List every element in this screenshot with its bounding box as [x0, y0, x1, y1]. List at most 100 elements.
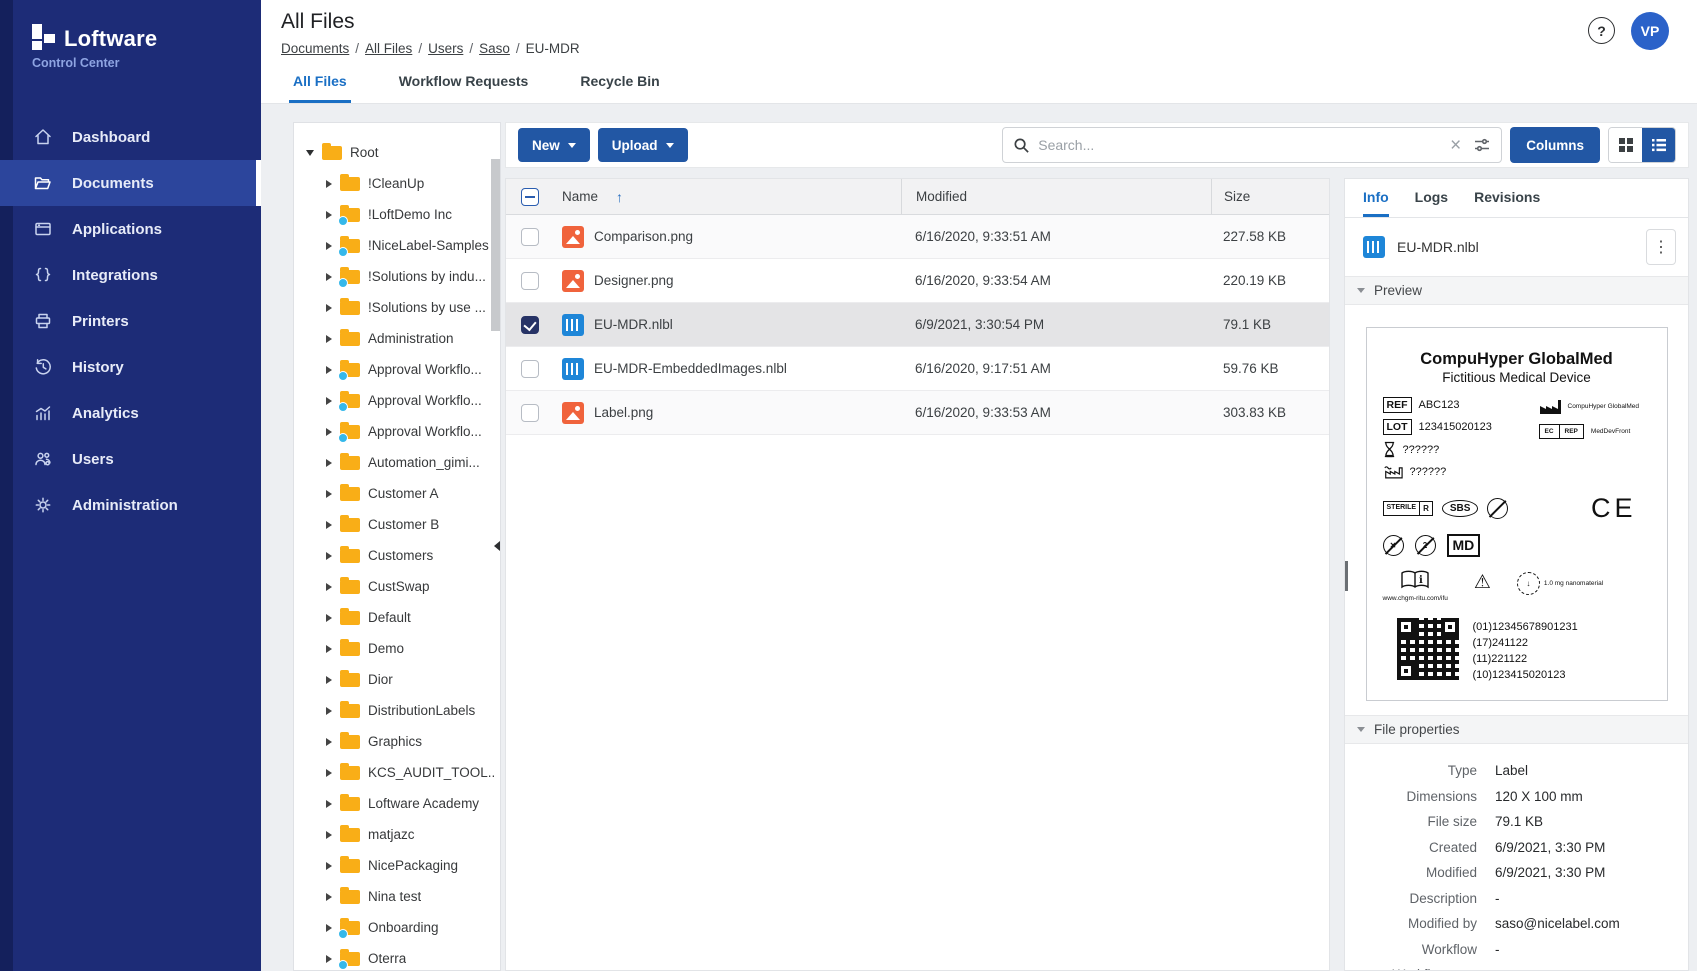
tab-recycle-bin[interactable]: Recycle Bin: [576, 65, 663, 103]
sidebar-item-history[interactable]: History: [0, 344, 261, 390]
help-icon[interactable]: ?: [1588, 17, 1615, 44]
column-header-size[interactable]: Size: [1211, 179, 1329, 214]
tree-item[interactable]: Customer B: [306, 509, 494, 540]
table-row[interactable]: Designer.png 6/16/2020, 9:33:54 AM 220.1…: [506, 259, 1329, 303]
tab-workflow-requests[interactable]: Workflow Requests: [395, 65, 533, 103]
expand-arrow-icon[interactable]: [326, 892, 332, 901]
table-row[interactable]: EU-MDR.nlbl 6/9/2021, 3:30:54 PM 79.1 KB: [506, 303, 1329, 347]
sidebar-item-applications[interactable]: Applications: [0, 206, 261, 252]
expand-arrow-icon[interactable]: [326, 334, 332, 343]
tab-revisions[interactable]: Revisions: [1474, 189, 1540, 217]
sidebar-item-analytics[interactable]: Analytics: [0, 390, 261, 436]
expand-arrow-icon[interactable]: [326, 675, 332, 684]
expand-arrow-icon[interactable]: [326, 303, 332, 312]
table-row[interactable]: EU-MDR-EmbeddedImages.nlbl 6/16/2020, 9:…: [506, 347, 1329, 391]
tree-item[interactable]: Automation_gimi...: [306, 447, 494, 478]
tab-info[interactable]: Info: [1363, 189, 1389, 217]
expand-arrow-icon[interactable]: [326, 551, 332, 560]
preview-section-header[interactable]: Preview: [1345, 276, 1688, 305]
sidebar-item-printers[interactable]: Printers: [0, 298, 261, 344]
tree-item[interactable]: !NiceLabel-Samples: [306, 230, 494, 261]
new-button[interactable]: New: [518, 128, 590, 162]
expand-arrow-icon[interactable]: [326, 737, 332, 746]
row-checkbox[interactable]: [521, 271, 539, 290]
tree-item[interactable]: Customer A: [306, 478, 494, 509]
upload-button[interactable]: Upload: [597, 128, 688, 162]
tree-item-root[interactable]: Root: [306, 137, 494, 168]
table-row[interactable]: Comparison.png 6/16/2020, 9:33:51 AM 227…: [506, 215, 1329, 259]
expand-arrow-icon[interactable]: [326, 427, 332, 436]
expand-arrow-icon[interactable]: [326, 489, 332, 498]
tree-item[interactable]: Approval Workflo...: [306, 416, 494, 447]
row-checkbox[interactable]: [521, 315, 539, 334]
expand-arrow-icon[interactable]: [326, 830, 332, 839]
expand-arrow-icon[interactable]: [326, 799, 332, 808]
table-row[interactable]: Label.png 6/16/2020, 9:33:53 AM 303.83 K…: [506, 391, 1329, 435]
tree-item[interactable]: Customers: [306, 540, 494, 571]
clear-search-icon[interactable]: ×: [1446, 136, 1465, 155]
list-view-button[interactable]: [1642, 128, 1675, 162]
expand-arrow-icon[interactable]: [326, 210, 332, 219]
expand-arrow-icon[interactable]: [326, 644, 332, 653]
breadcrumb-link-documents[interactable]: Documents: [281, 41, 349, 56]
tree-item[interactable]: Onboarding: [306, 912, 494, 943]
expand-arrow-icon[interactable]: [326, 365, 332, 374]
expand-arrow-icon[interactable]: [326, 241, 332, 250]
expand-arrow-icon[interactable]: [326, 923, 332, 932]
columns-button[interactable]: Columns: [1510, 127, 1600, 163]
tree-scrollbar[interactable]: [491, 159, 500, 331]
expand-arrow-icon[interactable]: [326, 861, 332, 870]
tree-item[interactable]: !LoftDemo Inc: [306, 199, 494, 230]
tab-all-files[interactable]: All Files: [289, 65, 351, 103]
tree-collapse-handle[interactable]: [494, 541, 500, 551]
sidebar-item-dashboard[interactable]: Dashboard: [0, 114, 261, 160]
sidebar-item-administration[interactable]: Administration: [0, 482, 261, 528]
row-checkbox[interactable]: [521, 227, 539, 246]
tree-item[interactable]: Loftware Academy: [306, 788, 494, 819]
column-header-name[interactable]: Name: [562, 189, 598, 204]
breadcrumb-link-users[interactable]: Users: [428, 41, 463, 56]
select-all-checkbox[interactable]: [521, 187, 539, 206]
tree-item[interactable]: Approval Workflo...: [306, 385, 494, 416]
expand-arrow-icon[interactable]: [326, 582, 332, 591]
breadcrumb-link-all-files[interactable]: All Files: [365, 41, 412, 56]
tree-item[interactable]: Administration: [306, 323, 494, 354]
tab-logs[interactable]: Logs: [1415, 189, 1448, 217]
tree-item[interactable]: !CleanUp: [306, 168, 494, 199]
tree-item[interactable]: !Solutions by use ...: [306, 292, 494, 323]
tree-item[interactable]: NicePackaging: [306, 850, 494, 881]
tree-item[interactable]: Default: [306, 602, 494, 633]
expand-arrow-icon[interactable]: [326, 179, 332, 188]
expand-arrow-icon[interactable]: [326, 272, 332, 281]
panel-splitter-handle[interactable]: [1345, 561, 1348, 591]
tree-item[interactable]: Demo: [306, 633, 494, 664]
sidebar-item-integrations[interactable]: Integrations: [0, 252, 261, 298]
tree-item[interactable]: matjazc: [306, 819, 494, 850]
avatar[interactable]: VP: [1631, 12, 1669, 50]
tree-item[interactable]: Nina test: [306, 881, 494, 912]
row-checkbox[interactable]: [521, 359, 539, 378]
column-header-modified[interactable]: Modified: [901, 179, 1211, 214]
expand-arrow-icon[interactable]: [326, 706, 332, 715]
tree-item[interactable]: Approval Workflo...: [306, 354, 494, 385]
search-input[interactable]: [1038, 137, 1439, 153]
sidebar-item-documents[interactable]: Documents: [0, 160, 261, 206]
sort-ascending-icon[interactable]: ↑: [616, 189, 623, 205]
grid-view-button[interactable]: [1609, 128, 1642, 162]
more-actions-button[interactable]: ⋮: [1646, 229, 1676, 265]
expand-arrow-icon[interactable]: [326, 954, 332, 963]
tree-item[interactable]: DistributionLabels: [306, 695, 494, 726]
row-checkbox[interactable]: [521, 403, 539, 422]
filter-sliders-icon[interactable]: [1473, 136, 1491, 154]
tree-item[interactable]: Oterra: [306, 943, 494, 970]
tree-item[interactable]: CustSwap: [306, 571, 494, 602]
expand-arrow-icon[interactable]: [326, 520, 332, 529]
breadcrumb-link-saso[interactable]: Saso: [479, 41, 510, 56]
tree-item[interactable]: Dior: [306, 664, 494, 695]
tree-item[interactable]: KCS_AUDIT_TOOL...: [306, 757, 494, 788]
file-properties-section-header[interactable]: File properties: [1345, 715, 1688, 745]
tree-item[interactable]: Graphics: [306, 726, 494, 757]
collapse-arrow-icon[interactable]: [306, 149, 314, 156]
expand-arrow-icon[interactable]: [326, 396, 332, 405]
sidebar-item-users[interactable]: Users: [0, 436, 261, 482]
